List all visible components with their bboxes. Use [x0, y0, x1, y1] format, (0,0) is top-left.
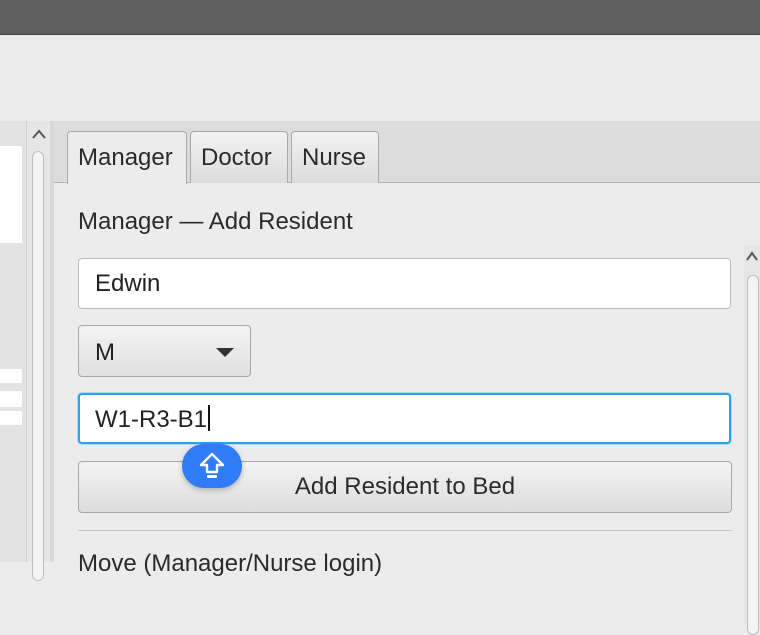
left-scrollbar[interactable]	[26, 121, 50, 581]
list-row[interactable]	[0, 411, 22, 425]
text-caret	[208, 405, 211, 431]
add-resident-button[interactable]: Add Resident to Bed	[78, 461, 732, 513]
keyboard-shift-button[interactable]	[182, 444, 242, 488]
gender-select-value: M	[95, 339, 115, 366]
list-row[interactable]	[0, 391, 22, 407]
scroll-up-arrow-icon[interactable]	[744, 247, 760, 265]
right-scrollbar[interactable]	[744, 245, 760, 635]
window-toolbar-area	[0, 35, 760, 121]
section-title: Manager — Add Resident	[78, 208, 353, 235]
bed-id-field[interactable]: W1-R3-B1	[78, 393, 731, 444]
scroll-up-arrow-icon[interactable]	[27, 125, 50, 143]
left-list-panel	[0, 121, 26, 562]
move-section-title: Move (Manager/Nurse login)	[78, 550, 383, 577]
manager-tab-content: Manager — Add Resident Edwin M W1-R3-B1 …	[54, 183, 760, 635]
tab-nurse[interactable]: Nurse	[291, 131, 379, 183]
chevron-down-icon	[216, 348, 234, 357]
bed-id-value: W1-R3-B1	[95, 406, 208, 433]
left-scrollbar-thumb[interactable]	[32, 151, 44, 581]
tab-manager[interactable]: Manager	[67, 131, 187, 184]
tab-doctor[interactable]: Doctor	[190, 131, 288, 183]
tab-header: Manager Doctor Nurse	[54, 121, 760, 184]
resident-name-value: Edwin	[95, 270, 161, 297]
gender-select[interactable]: M	[78, 325, 251, 377]
right-scrollbar-thumb[interactable]	[747, 275, 759, 635]
resident-name-field[interactable]: Edwin	[78, 258, 731, 309]
right-pane: Manager Doctor Nurse Manager — Add Resid…	[54, 121, 760, 635]
section-separator	[78, 530, 732, 531]
list-row[interactable]	[0, 369, 22, 383]
list-row[interactable]	[0, 224, 22, 238]
window-title-bar	[0, 0, 760, 35]
